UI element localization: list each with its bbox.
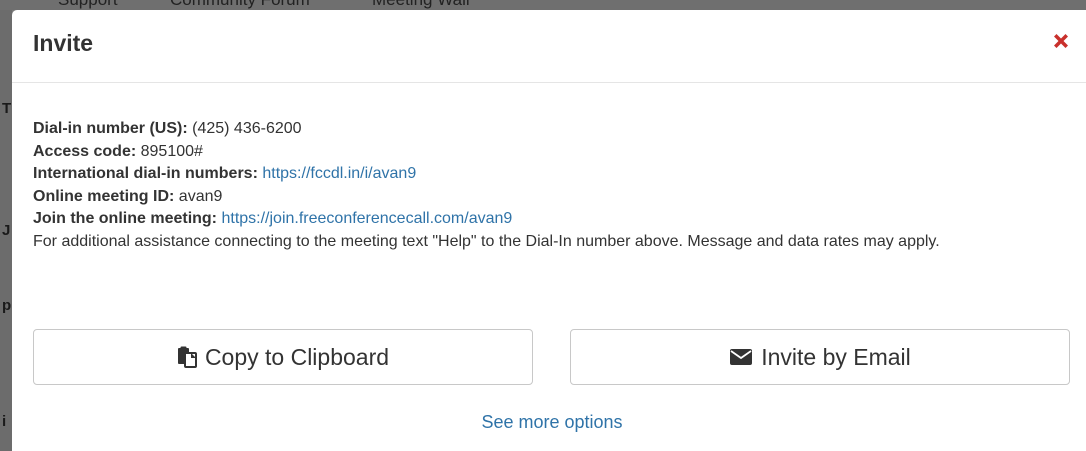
access-code-row: Access code: 895100# — [33, 141, 1073, 164]
access-code-label: Access code: — [33, 142, 137, 160]
background-nav: Support Community Forum Meeting Wall — [0, 0, 1086, 10]
meeting-id-label: Online meeting ID: — [33, 187, 175, 205]
international-link[interactable]: https://fccdl.in/i/avan9 — [262, 165, 416, 182]
close-x-icon — [1054, 34, 1068, 48]
invite-modal: Invite Dial-in number (US): (425) 436-62… — [12, 10, 1086, 451]
meeting-id-row: Online meeting ID: avan9 — [33, 186, 1073, 209]
bg-nav-community: Community Forum — [170, 0, 310, 10]
email-button-label: Invite by Email — [761, 343, 911, 370]
bg-edge-letter: i — [2, 413, 7, 430]
access-code-value: 895100# — [140, 142, 203, 160]
invite-by-email-button[interactable]: Invite by Email — [570, 329, 1070, 385]
copy-button-label: Copy to Clipboard — [204, 343, 390, 370]
international-label: International dial-in numbers: — [33, 165, 258, 183]
close-button[interactable] — [1050, 30, 1072, 52]
modal-header: Invite — [12, 10, 1086, 83]
bg-edge-letter: p — [2, 297, 12, 314]
envelope-icon — [730, 349, 753, 365]
clipboard-icon — [177, 346, 197, 368]
modal-title: Invite — [33, 30, 94, 56]
join-label: Join the online meeting: — [33, 210, 218, 228]
bg-nav-meeting-wall: Meeting Wall — [372, 0, 470, 10]
background-page-edge: T J p i — [0, 10, 12, 451]
join-link[interactable]: https://join.freeconferencecall.com/avan… — [221, 210, 512, 227]
assistance-note: For additional assistance connecting to … — [33, 232, 940, 250]
see-more-options-link[interactable]: See more options — [12, 412, 1086, 433]
meeting-id-value: avan9 — [178, 187, 223, 205]
dial-in-value: (425) 436-6200 — [192, 120, 302, 137]
join-row: Join the online meeting: https://join.fr… — [33, 208, 1073, 231]
copy-to-clipboard-button[interactable]: Copy to Clipboard — [33, 329, 533, 385]
dial-in-row: Dial-in number (US): (425) 436-6200 — [33, 118, 1073, 141]
bg-nav-support: Support — [58, 0, 118, 10]
invite-details: Dial-in number (US): (425) 436-6200 Acce… — [33, 118, 1073, 254]
dial-in-label: Dial-in number (US): — [33, 120, 188, 137]
bg-edge-letter: J — [2, 222, 11, 239]
bg-edge-letter: T — [2, 100, 12, 117]
international-row: International dial-in numbers: https://f… — [33, 163, 1073, 186]
